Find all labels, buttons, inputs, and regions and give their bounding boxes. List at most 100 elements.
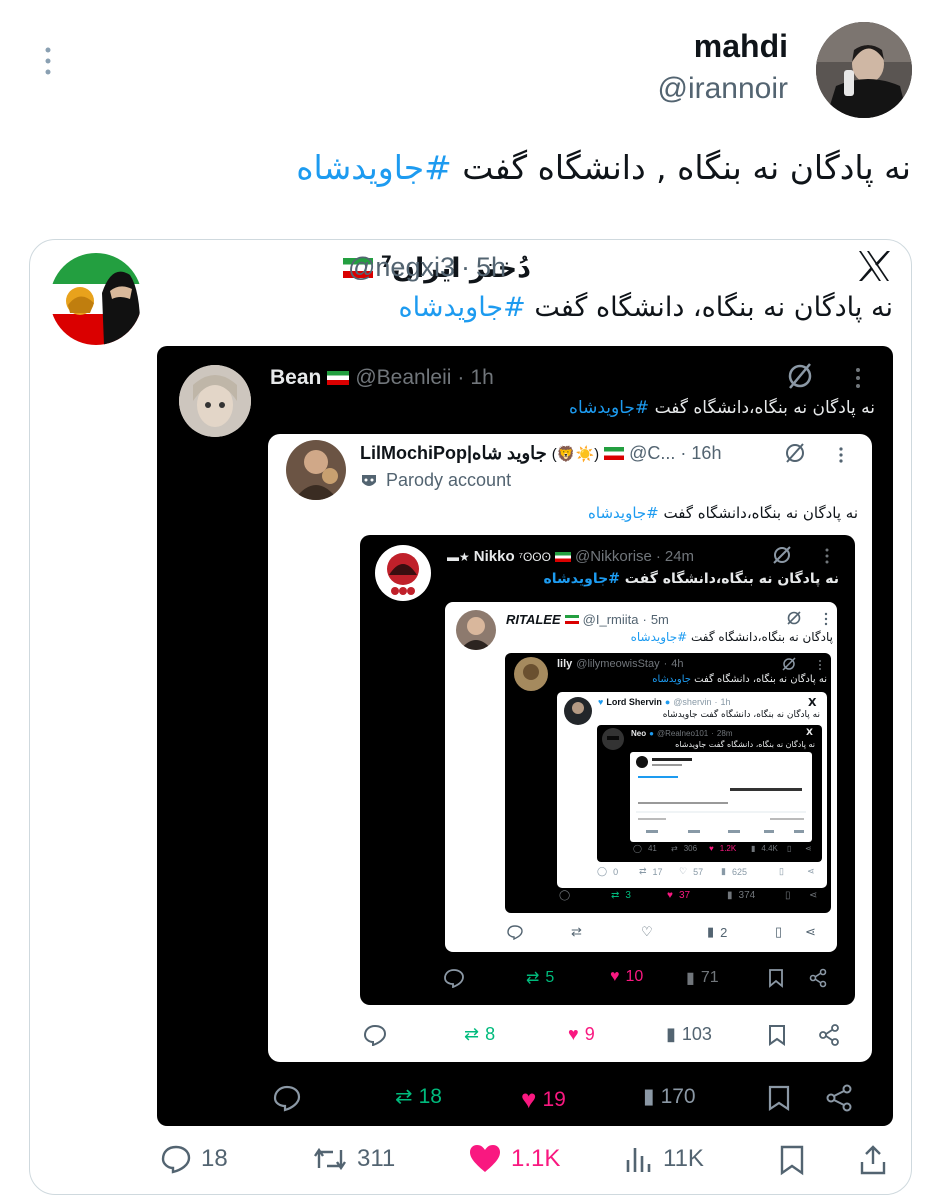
share-icon[interactable]: ⋖ [807,866,815,877]
like-button[interactable]: ♥ 9 [568,1024,595,1045]
reply-button[interactable] [364,1024,386,1046]
q7-author: Neo ● @Realneo101 · 28m [631,729,732,738]
bookmark-icon[interactable] [767,1084,791,1112]
q6-avatar [564,697,592,725]
bookmark-icon[interactable] [768,1024,786,1046]
views-count: 625 [731,866,747,877]
reply-button[interactable] [273,1084,301,1112]
heart-emoji-icon: ♥ [598,697,604,707]
q5-name: lily [557,658,573,670]
reply-icon: ◯ [559,890,571,901]
more-options-icon[interactable] [38,44,58,80]
views-button[interactable]: 11K [625,1144,704,1174]
reply-button[interactable]: ◯ 41 [633,844,657,853]
bookmark-icon[interactable]: ▯ [787,844,791,853]
q5-avatar [514,657,548,691]
q2-hashtag[interactable]: #جاویدشاه [588,504,659,522]
q1-more-icon[interactable] [854,366,862,390]
like-button[interactable]: ♡ [641,924,653,940]
q5-more-icon[interactable] [818,659,822,671]
repost-button[interactable]: ⇄ 17 [639,866,663,877]
q2-parody-label: Parody account [386,470,512,490]
like-count: 9 [584,1024,595,1044]
views-button[interactable]: ▮ 4.4K [751,844,778,853]
q3-hashtag[interactable]: #جاویدشاه [544,571,620,587]
repost-button[interactable]: ⇄ 8 [464,1024,495,1045]
grok-icon[interactable] [782,657,796,671]
q4-handle: @I_rmiita [582,612,639,627]
q4-time: 5m [650,612,669,627]
bookmark-button[interactable] [779,1144,805,1176]
card-handle[interactable]: @negxi3 · 5h [348,252,506,283]
reply-button[interactable] [507,924,523,940]
views-icon: ▮ [751,844,756,853]
views-button[interactable]: ▮ 374 [727,890,755,901]
views-button[interactable]: ▮ 71 [686,968,719,988]
q1-hashtag[interactable]: #جاویدشاه [569,398,649,418]
q4-hashtag[interactable]: #جاویدشاه [631,630,688,644]
grok-icon[interactable] [786,362,814,390]
like-button[interactable]: 1.1K [469,1144,560,1174]
q4-more-icon[interactable] [824,612,828,626]
card-hashtag[interactable]: #جاویدشاه [398,292,525,323]
author-handle[interactable]: @irannoir [657,72,788,106]
views-button[interactable]: ▮ 2 [707,924,727,940]
post-hashtag[interactable]: #جاویدشاه [296,148,452,187]
like-button[interactable]: ♥ 1.2K [709,844,736,853]
share-icon[interactable]: ⋖ [809,890,817,901]
reply-button[interactable]: ◯ [559,890,576,901]
reply-count: 41 [647,844,657,853]
q4-avatar [456,610,496,650]
bookmark-icon[interactable]: ▯ [775,924,782,940]
q8-screenshot[interactable] [630,752,812,842]
q2-avatar [286,440,346,500]
q2-more-icon[interactable] [838,446,844,464]
q5-text: نه پادگان نه بنگاه، دانشگاه گفت جاویدشاه [652,674,827,685]
share-icon[interactable] [808,968,828,988]
grok-icon[interactable] [784,442,806,464]
q6-text: نه پادگان نه بنگاه، دانشگاه گفت جاویدشاه [662,710,820,720]
repost-button[interactable]: ⇄ 5 [526,968,554,988]
repost-count: 8 [485,1024,496,1044]
reply-button[interactable]: ◯ 0 [597,866,618,877]
share-icon[interactable] [825,1084,853,1112]
bookmark-icon[interactable]: ▯ [785,890,791,901]
verified-icon: ● [649,729,654,738]
like-button[interactable]: ♥ 10 [610,968,643,986]
card-text: نه پادگان نه بنگاه، دانشگاه گفت #جاویدشا… [398,292,893,323]
q3-more-icon[interactable] [824,548,830,564]
repost-button[interactable]: ⇄ 306 [671,844,697,853]
repost-button[interactable]: ⇄ [571,924,582,940]
q5-hashtag[interactable]: جاویدشاه [652,674,691,685]
reply-button[interactable]: 18 [161,1144,228,1174]
like-button[interactable]: ♡ 57 [679,866,703,877]
views-button[interactable]: ▮ 625 [721,866,747,877]
like-count: 1.1K [511,1145,561,1172]
separator-dot: · [711,729,714,738]
author-name[interactable]: mahdi [694,28,788,65]
card-avatar[interactable] [50,253,142,345]
reply-button[interactable] [444,968,464,988]
views-button[interactable]: ▮ 170 [643,1084,696,1109]
like-button[interactable]: ♥ 37 [667,890,690,901]
x-logo-icon[interactable]: X [806,728,813,738]
like-button[interactable]: ♥ 19 [521,1084,566,1115]
grok-icon[interactable] [772,545,792,565]
repost-button[interactable]: ⇄ 3 [611,890,631,901]
share-icon[interactable]: ⋖ [805,924,816,940]
x-logo-icon[interactable] [857,250,891,282]
grok-icon[interactable] [786,610,802,626]
share-icon[interactable]: ⋖ [805,844,812,853]
share-icon[interactable] [818,1024,840,1046]
bookmark-icon[interactable] [768,968,784,988]
views-button[interactable]: ▮ 103 [666,1024,712,1045]
share-button[interactable] [859,1144,887,1176]
repost-count: 306 [683,844,698,853]
bookmark-icon[interactable]: ▯ [779,866,784,877]
q1-author: Bean @Beanleii · 1h [270,366,494,390]
avatar[interactable] [816,22,912,118]
x-logo-icon[interactable]: X [808,696,816,709]
q2-handle: @C... [629,443,676,463]
repost-button[interactable]: ⇄ 18 [395,1084,442,1109]
repost-button[interactable]: 311 [313,1144,395,1174]
